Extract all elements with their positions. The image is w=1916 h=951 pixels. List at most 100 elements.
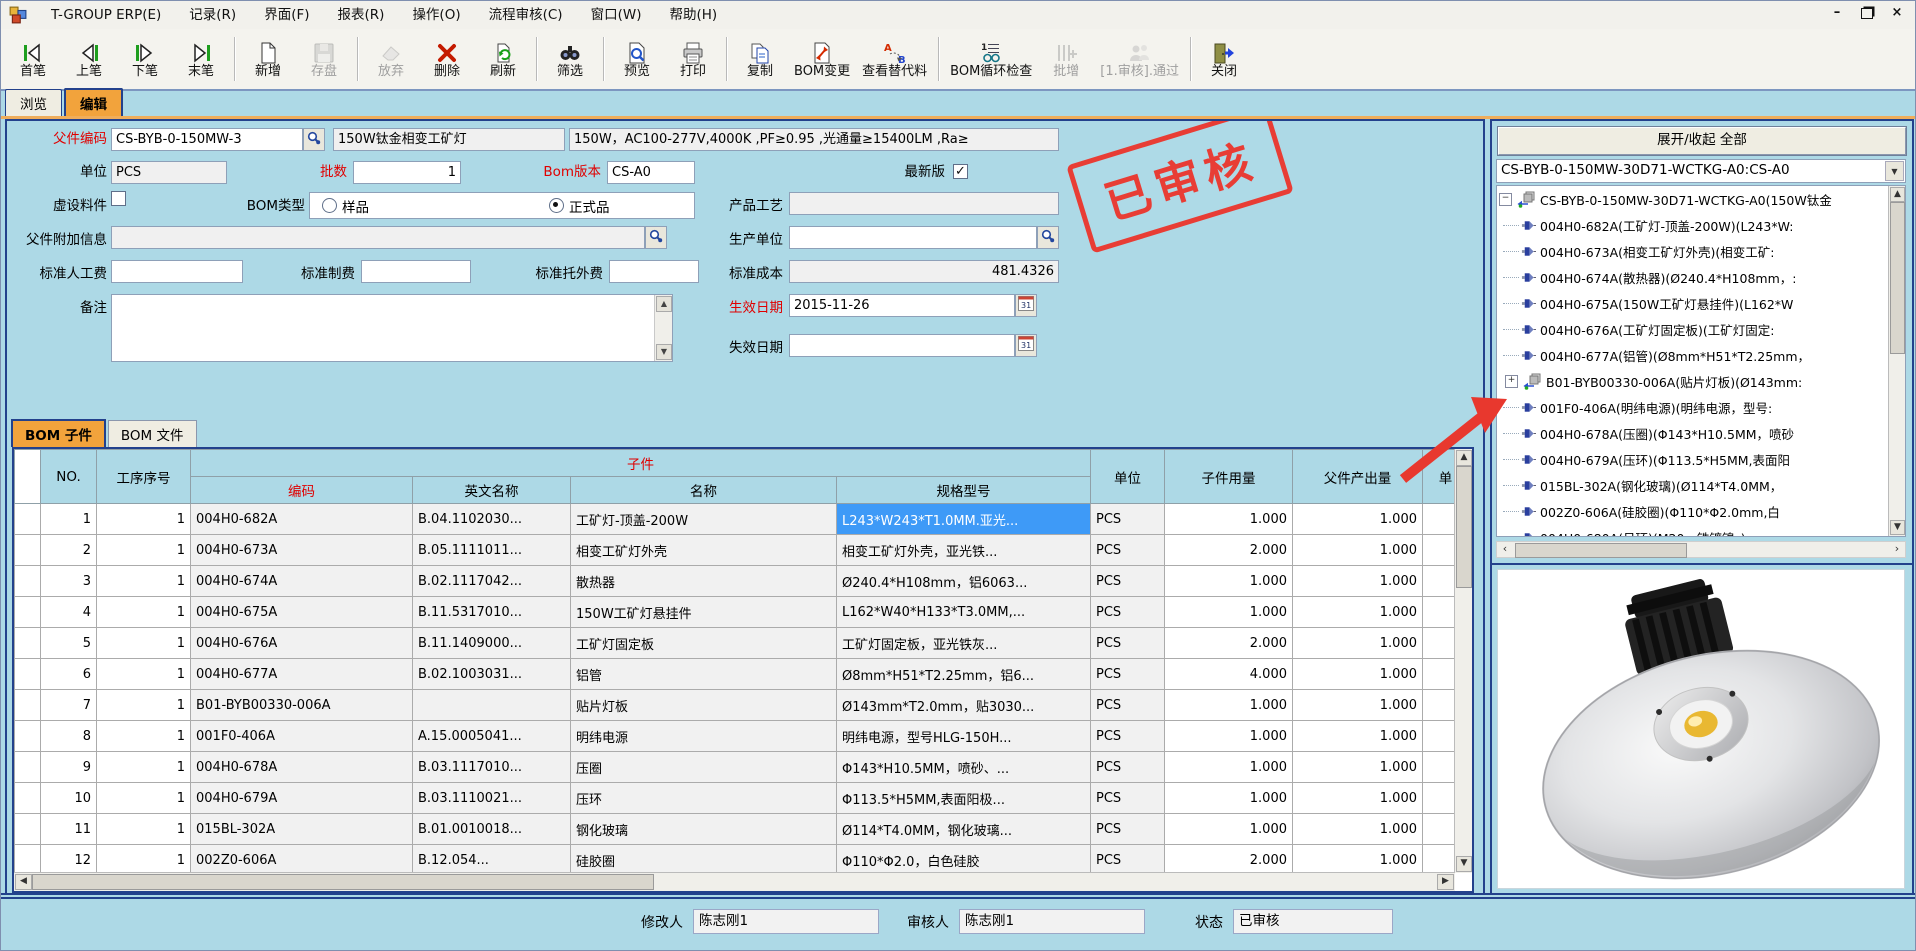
scroll-thumb[interactable]	[1890, 202, 1905, 354]
cell-qty[interactable]: 1.000	[1165, 566, 1293, 597]
tree-node[interactable]: 004H0-673A(相变工矿灯外壳)(相变工矿:	[1497, 238, 1889, 264]
cell-unit[interactable]: PCS	[1091, 845, 1165, 874]
cell-extra[interactable]	[1423, 814, 1456, 845]
tree-node[interactable]: 004H0-680A(吊环)(M20、铁镀镍、)	[1497, 524, 1889, 536]
bom-version-field[interactable]: CS-A0	[607, 161, 695, 184]
cell-no[interactable]: 12	[41, 845, 97, 874]
parent-code-field[interactable]: CS-BYB-0-150MW-3	[111, 128, 303, 151]
cell-extra[interactable]	[1423, 721, 1456, 752]
menu-item-7[interactable]: 帮助(H)	[655, 1, 731, 29]
cell-name[interactable]: 硅胶圈	[571, 845, 837, 874]
toolbar-preview-button[interactable]: 预览	[609, 36, 665, 83]
cell-seq[interactable]: 1	[97, 752, 191, 783]
scroll-thumb[interactable]	[32, 874, 654, 890]
row-selector-cell[interactable]	[15, 752, 41, 783]
tab-browse[interactable]: 浏览	[5, 89, 62, 116]
cell-unit[interactable]: PCS	[1091, 597, 1165, 628]
cell-qty[interactable]: 1.000	[1165, 690, 1293, 721]
chevron-down-icon[interactable]: ▼	[1885, 161, 1904, 181]
tree-node[interactable]: 015BL-302A(钢化玻璃)(Ø114*T4.0MM，	[1497, 472, 1889, 498]
col-header-en-name[interactable]: 英文名称	[413, 477, 571, 504]
cell-spec[interactable]: Ø143mm*T2.0mm，贴3030...	[837, 690, 1091, 721]
cell-code[interactable]: 004H0-675A	[191, 597, 413, 628]
cell-seq[interactable]: 1	[97, 721, 191, 752]
cell-extra[interactable]	[1423, 783, 1456, 814]
cell-seq[interactable]: 1	[97, 690, 191, 721]
cell-en-name[interactable]: A.15.0005041...	[413, 721, 571, 752]
tree-node[interactable]: 002Z0-606A(硅胶圈)(Φ110*Φ2.0mm,白	[1497, 498, 1889, 524]
col-header-code[interactable]: 编码	[191, 477, 413, 504]
toolbar-nav-next-button[interactable]: 下笔	[117, 36, 173, 83]
cell-code[interactable]: B01-BYB00330-006A	[191, 690, 413, 721]
cell-en-name[interactable]: B.05.1111011...	[413, 535, 571, 566]
scroll-down-icon[interactable]: ▼	[656, 344, 672, 360]
cell-spec[interactable]: 明纬电源，型号HLG-150H...	[837, 721, 1091, 752]
remark-textarea[interactable]: ▲ ▼	[111, 294, 673, 362]
cell-unit[interactable]: PCS	[1091, 566, 1165, 597]
tree-node[interactable]: 004H0-682A(工矿灯-顶盖-200W)(L243*W:	[1497, 212, 1889, 238]
cell-qty[interactable]: 4.000	[1165, 659, 1293, 690]
cell-en-name[interactable]: B.02.1117042...	[413, 566, 571, 597]
cell-en-name[interactable]: B.02.1003031...	[413, 659, 571, 690]
cell-extra[interactable]	[1423, 566, 1456, 597]
menu-item-1[interactable]: 记录(R)	[175, 1, 250, 29]
tree-node[interactable]: 004H0-677A(铝管)(Ø8mm*H51*T2.25mm，	[1497, 342, 1889, 368]
cell-no[interactable]: 9	[41, 752, 97, 783]
row-selector-cell[interactable]	[15, 504, 41, 535]
effective-date-calendar-button[interactable]: 31	[1015, 294, 1037, 317]
cell-code[interactable]: 002Z0-606A	[191, 845, 413, 874]
scroll-up-icon[interactable]: ▲	[656, 296, 672, 312]
cell-en-name[interactable]: B.03.1110021...	[413, 783, 571, 814]
toolbar-filter-button[interactable]: 筛选	[542, 36, 598, 83]
cell-no[interactable]: 5	[41, 628, 97, 659]
cell-extra[interactable]	[1423, 752, 1456, 783]
cell-no[interactable]: 1	[41, 504, 97, 535]
scroll-down-icon[interactable]: ▼	[1456, 856, 1472, 872]
cell-name[interactable]: 150W工矿灯悬挂件	[571, 597, 837, 628]
row-selector-cell[interactable]	[15, 597, 41, 628]
cell-spec[interactable]: L243*W243*T1.0MM.亚光...	[837, 504, 1091, 535]
row-selector-cell[interactable]	[15, 845, 41, 874]
cell-name[interactable]: 钢化玻璃	[571, 814, 837, 845]
cell-seq[interactable]: 1	[97, 845, 191, 874]
cell-no[interactable]: 10	[41, 783, 97, 814]
cell-extra[interactable]	[1423, 690, 1456, 721]
expiry-date-field[interactable]	[789, 334, 1015, 357]
row-selector-cell[interactable]	[15, 690, 41, 721]
cell-seq[interactable]: 1	[97, 535, 191, 566]
cell-qty[interactable]: 1.000	[1165, 721, 1293, 752]
toolbar-nav-prev-button[interactable]: 上笔	[61, 36, 117, 83]
cell-qty[interactable]: 1.000	[1165, 597, 1293, 628]
grid-vertical-scrollbar[interactable]: ▲ ▼	[1454, 449, 1472, 873]
cell-name[interactable]: 明纬电源	[571, 721, 837, 752]
menu-item-app[interactable]: T-GROUP ERP(E)	[37, 1, 175, 29]
cell-name[interactable]: 压环	[571, 783, 837, 814]
toolbar-close-door-button[interactable]: 关闭	[1196, 36, 1252, 83]
toolbar-print-button[interactable]: 打印	[665, 36, 721, 83]
tree-node[interactable]: 004H0-675A(150W工矿灯悬挂件)(L162*W	[1497, 290, 1889, 316]
scroll-left-icon[interactable]: ‹	[1498, 543, 1512, 556]
row-selector-cell[interactable]	[15, 628, 41, 659]
cell-qty[interactable]: 2.000	[1165, 845, 1293, 874]
expand-icon[interactable]: +	[1505, 375, 1518, 388]
col-header-qty[interactable]: 子件用量	[1165, 450, 1293, 504]
tree-vertical-scrollbar[interactable]: ▲ ▼	[1888, 186, 1905, 536]
cell-parent-qty[interactable]: 1.000	[1293, 814, 1423, 845]
tree-node[interactable]: 001F0-406A(明纬电源)(明纬电源，型号:	[1497, 394, 1889, 420]
toolbar-substitute-button[interactable]: AB查看替代料	[856, 36, 933, 83]
row-selector-cell[interactable]	[15, 535, 41, 566]
menu-item-6[interactable]: 窗口(W)	[577, 1, 656, 29]
cell-spec[interactable]: Φ143*H10.5MM，喷砂、...	[837, 752, 1091, 783]
cell-qty[interactable]: 2.000	[1165, 628, 1293, 659]
cell-unit[interactable]: PCS	[1091, 721, 1165, 752]
restore-icon[interactable]	[1859, 4, 1875, 20]
bom-version-combo[interactable]: CS-BYB-0-150MW-30D71-WCTKG-A0:CS-A0 ▼	[1496, 159, 1906, 183]
row-selector-cell[interactable]	[15, 783, 41, 814]
tree-node[interactable]: 004H0-674A(散热器)(Ø240.4*H108mm，:	[1497, 264, 1889, 290]
cell-unit[interactable]: PCS	[1091, 535, 1165, 566]
row-selector-cell[interactable]	[15, 721, 41, 752]
tree-node[interactable]: 004H0-676A(工矿灯固定板)(工矿灯固定:	[1497, 316, 1889, 342]
cell-qty[interactable]: 1.000	[1165, 814, 1293, 845]
cell-unit[interactable]: PCS	[1091, 752, 1165, 783]
cell-en-name[interactable]	[413, 690, 571, 721]
